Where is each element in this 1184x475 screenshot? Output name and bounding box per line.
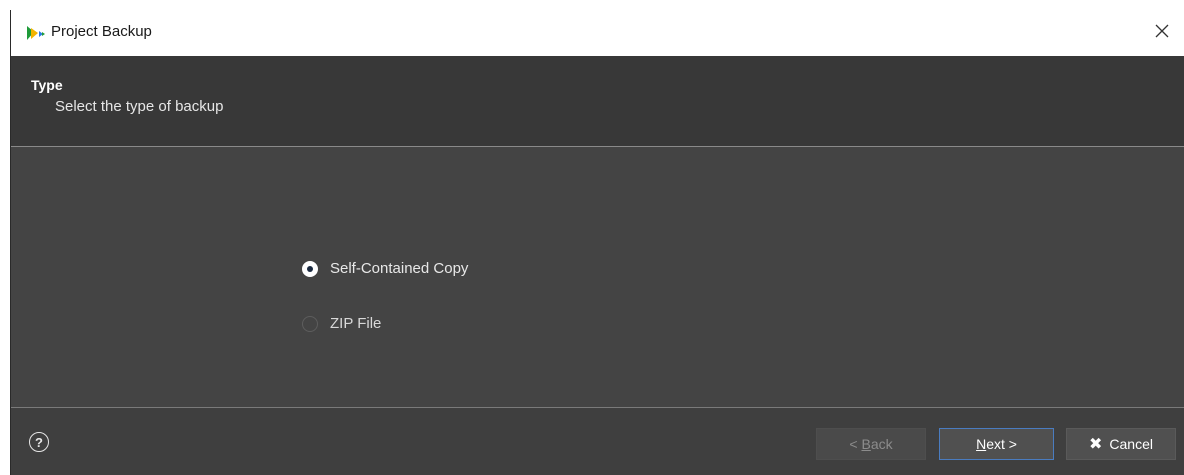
cancel-x-icon: ✖ [1089, 436, 1103, 453]
project-backup-dialog: Project Backup Type Select the type of b… [10, 10, 1184, 475]
wizard-footer: ? < Back Next > ✖ Cancel [11, 408, 1184, 475]
option-zip-file[interactable]: ZIP File [302, 315, 381, 332]
radio-unselected-icon[interactable] [302, 315, 318, 332]
back-prefix: < [849, 436, 862, 452]
cancel-button[interactable]: ✖ Cancel [1066, 428, 1176, 460]
back-mnemonic: B [861, 436, 871, 452]
option-label: Self-Contained Copy [330, 260, 469, 277]
next-mnemonic: N [976, 436, 987, 452]
close-button[interactable] [1139, 10, 1184, 56]
next-button[interactable]: Next > [939, 428, 1054, 460]
back-button[interactable]: < Back [816, 428, 926, 460]
next-rest: ext > [986, 436, 1017, 452]
option-self-contained-copy[interactable]: Self-Contained Copy [302, 260, 468, 277]
window-title: Project Backup [51, 23, 152, 40]
app-logo-icon [25, 24, 47, 42]
option-label: ZIP File [330, 315, 382, 332]
step-title: Type [31, 77, 63, 93]
wizard-content: Self-Contained Copy ZIP File [11, 147, 1184, 407]
back-rest: ack [870, 436, 893, 452]
help-icon[interactable]: ? [29, 432, 49, 452]
close-icon [1155, 24, 1169, 43]
radio-selected-icon[interactable] [302, 260, 318, 277]
wizard-header: Type Select the type of backup [11, 56, 1184, 147]
help-label: ? [35, 434, 43, 450]
cancel-label: Cancel [1109, 436, 1153, 452]
title-bar: Project Backup [11, 10, 1184, 56]
step-subtitle: Select the type of backup [55, 98, 224, 115]
